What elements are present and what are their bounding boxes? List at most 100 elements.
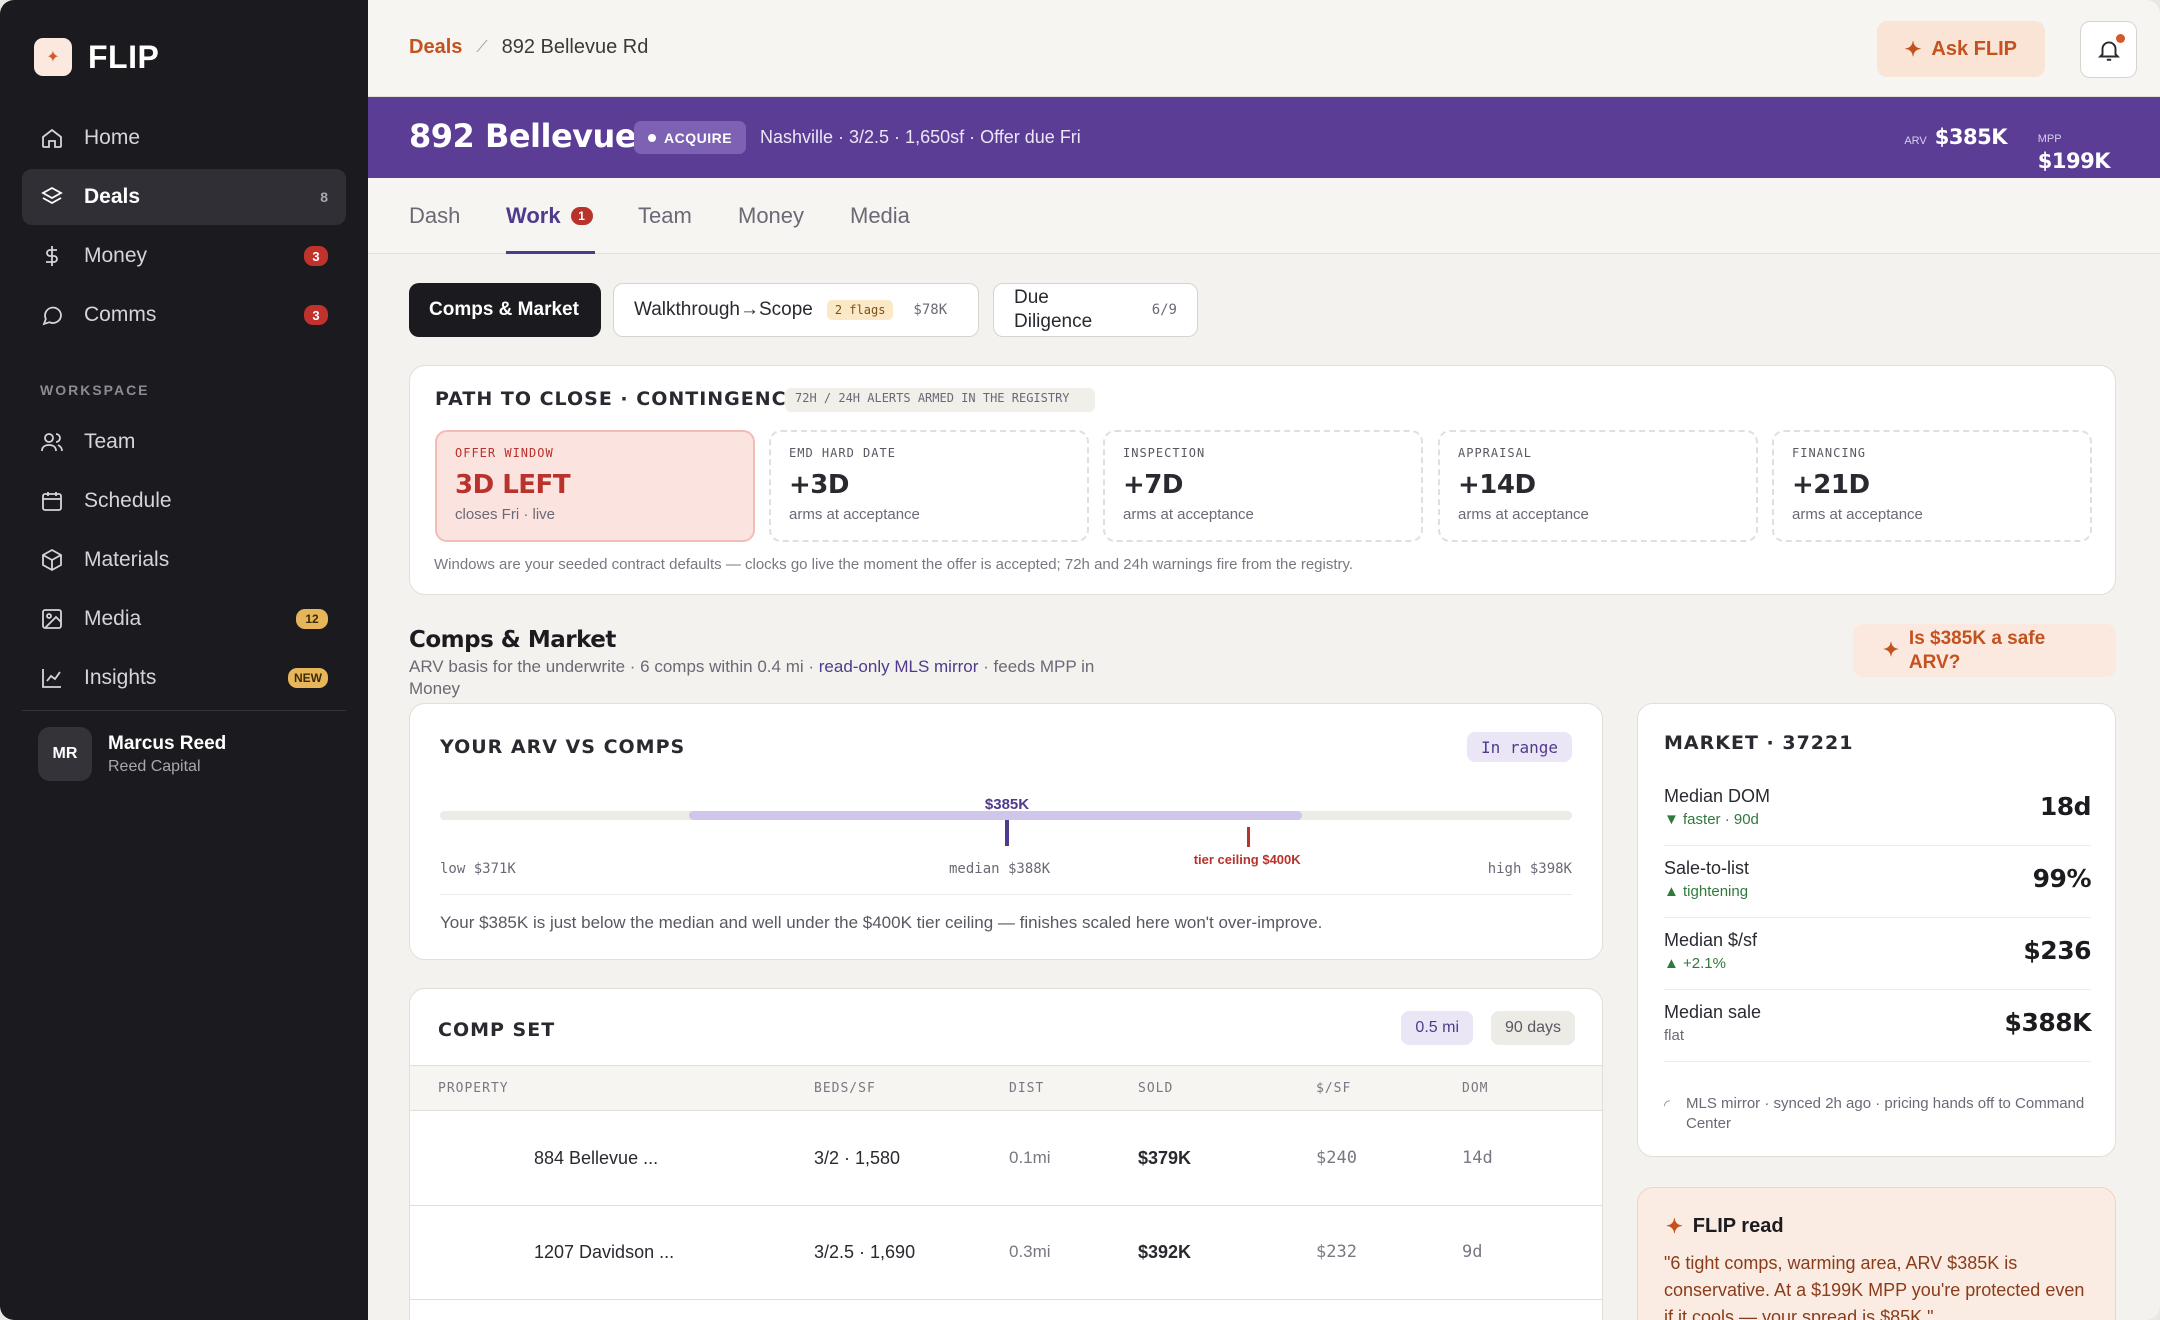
- range-median-label: median $388K: [949, 861, 1051, 877]
- comp-beds-sf: 3/2 · 1,580: [814, 1148, 901, 1168]
- sidebar-item-schedule[interactable]: Schedule: [22, 473, 346, 529]
- subtab-label: Walkthrough→Scope: [634, 299, 813, 320]
- sidebar-item-label: Media: [84, 607, 142, 630]
- clock-label: EMD HARD DATE: [789, 446, 896, 460]
- user-name: Marcus Reed: [108, 732, 227, 754]
- clock-sub: arms at acceptance: [1123, 506, 1254, 523]
- comms-badge: 3: [304, 305, 328, 325]
- tab-team[interactable]: Team: [638, 178, 692, 254]
- tab-label: Media: [850, 203, 910, 228]
- subtab-walkthrough-scope[interactable]: Walkthrough→Scope 2 flags $78K: [613, 283, 979, 337]
- comp-dist: 0.3mi: [1009, 1242, 1051, 1261]
- sidebar-item-materials[interactable]: Materials: [22, 532, 346, 588]
- column-header-dist[interactable]: DIST: [1009, 1081, 1044, 1096]
- sidebar-item-team[interactable]: Team: [22, 414, 346, 470]
- subtitle-text: ARV basis for the underwrite · 6 comps w…: [409, 657, 819, 676]
- comp-property: 1207 Davidson ...: [534, 1242, 675, 1262]
- sidebar-item-money[interactable]: Money 3: [22, 228, 346, 284]
- sidebar-item-deals[interactable]: Deals 8: [22, 169, 346, 225]
- market-metric-trend: ▲ +2.1%: [1664, 955, 1726, 972]
- layers-icon: [40, 185, 64, 209]
- notifications-button[interactable]: [2080, 21, 2137, 78]
- market-metric-trend: flat: [1664, 1027, 1685, 1044]
- table-row[interactable]: 1207 Davidson ... 3/2.5 · 1,690 0.3mi $3…: [410, 1206, 1602, 1300]
- clock-emd-hard-date[interactable]: EMD HARD DATE +3D arms at acceptance: [769, 430, 1089, 542]
- sidebar-item-label: Schedule: [84, 489, 172, 512]
- comp-sold: $392K: [1138, 1242, 1192, 1262]
- comp-set-title: COMP SET: [438, 1019, 556, 1041]
- active-tab-indicator: [506, 251, 595, 254]
- sparkle-icon: ✦: [1904, 38, 1922, 61]
- comp-beds-sf: 3/2.5 · 1,690: [814, 1242, 916, 1262]
- subtab-comps-market[interactable]: Comps & Market: [409, 283, 601, 337]
- sidebar-item-label: Home: [84, 126, 141, 149]
- tab-dash[interactable]: Dash: [409, 178, 460, 254]
- deal-subtitle: Nashville · 3/2.5 · 1,650sf · Offer due …: [760, 127, 1081, 147]
- column-header-psf[interactable]: $/SF: [1316, 1081, 1351, 1096]
- mpp-value: $199K: [2037, 149, 2111, 173]
- home-icon: [40, 126, 64, 150]
- mpp-label: MPP: [2037, 133, 2062, 145]
- subtab-due-diligence[interactable]: Due Diligence 6/9: [993, 283, 1198, 337]
- scope-amount: $78K: [913, 302, 948, 318]
- clock-appraisal[interactable]: APPRAISAL +14D arms at acceptance: [1438, 430, 1758, 542]
- column-header-sold[interactable]: SOLD: [1138, 1081, 1173, 1096]
- deal-header: 892 Bellevue Rd ACQUIRE Nashville · 3/2.…: [368, 97, 2160, 178]
- ask-safe-arv-button[interactable]: ✦ Is $385K a safe ARV?: [1853, 624, 2116, 677]
- brand[interactable]: ✦ FLIP: [34, 38, 159, 76]
- market-row-sale-to-list: Sale-to-list ▲ tightening 99%: [1664, 846, 2092, 918]
- market-metric-value: 99%: [2032, 864, 2092, 893]
- comps-market-title: Comps & Market: [409, 627, 616, 653]
- market-footer: ◜ MLS mirror · synced 2h ago · pricing h…: [1664, 1094, 2091, 1134]
- table-row[interactable]: 884 Bellevue ... 3/2 · 1,580 0.1mi $379K…: [410, 1112, 1602, 1206]
- contingency-clocks-card: PATH TO CLOSE · CONTINGENCY CLOCKS 72H /…: [409, 365, 2116, 595]
- sidebar: ✦ FLIP Home Deals 8 Money 3 Comms 3 WORK…: [0, 0, 368, 1320]
- column-header-property[interactable]: PROPERTY: [438, 1081, 509, 1096]
- breadcrumb-current: 892 Bellevue Rd: [501, 36, 649, 58]
- sidebar-item-label: Materials: [84, 548, 170, 571]
- user-org: Reed Capital: [108, 757, 201, 775]
- ask-flip-label: Ask FLIP: [1931, 37, 2017, 60]
- column-header-beds-sf[interactable]: BEDS/SF: [814, 1081, 876, 1096]
- clock-value: +21D: [1792, 470, 1870, 500]
- breadcrumb-deals-link[interactable]: Deals: [409, 36, 462, 59]
- market-metric-name: Median DOM: [1664, 786, 1771, 806]
- radius-filter-chip[interactable]: 0.5 mi: [1401, 1011, 1473, 1045]
- arv-marker: [1005, 820, 1009, 846]
- app-window: ✦ FLIP Home Deals 8 Money 3 Comms 3 WORK…: [0, 0, 2160, 1320]
- tab-work[interactable]: Work 1: [506, 178, 593, 254]
- ask-flip-button[interactable]: ✦ Ask FLIP: [1876, 21, 2045, 77]
- arv-vs-comps-card: YOUR ARV VS COMPS In range $385K tier ce…: [409, 703, 1603, 960]
- notification-dot: [2116, 34, 2125, 43]
- main-nav: Home Deals 8 Money 3 Comms 3: [22, 110, 346, 346]
- sidebar-item-media[interactable]: Media 12: [22, 591, 346, 647]
- chart-line-icon: [40, 666, 64, 690]
- clock-value: 3D LEFT: [455, 470, 571, 500]
- range-high-label: high $398K: [1487, 861, 1572, 877]
- tab-media[interactable]: Media: [850, 178, 910, 254]
- market-metric-value: $388K: [2004, 1008, 2092, 1037]
- comp-table-header: PROPERTY BEDS/SF DIST SOLD $/SF DOM: [410, 1065, 1602, 1111]
- clock-financing[interactable]: FINANCING +21D arms at acceptance: [1772, 430, 2092, 542]
- clock-offer-window[interactable]: OFFER WINDOW 3D LEFT closes Fri · live: [435, 430, 755, 542]
- comp-property: 884 Bellevue ...: [534, 1148, 659, 1168]
- clock-inspection[interactable]: INSPECTION +7D arms at acceptance: [1103, 430, 1423, 542]
- mls-mirror-link[interactable]: read-only MLS mirror: [819, 657, 979, 676]
- window-filter-chip[interactable]: 90 days: [1490, 1011, 1575, 1045]
- market-metric-name: Sale-to-list: [1664, 858, 1750, 878]
- work-badge: 1: [570, 207, 593, 225]
- safe-arv-label: Is $385K a safe ARV?: [1908, 627, 2046, 673]
- flags-badge: 2 flags: [826, 300, 894, 320]
- money-badge: 3: [304, 246, 328, 266]
- chat-icon: [40, 303, 64, 327]
- sidebar-item-insights[interactable]: Insights NEW: [22, 650, 346, 706]
- market-footer-text: MLS mirror · synced 2h ago · pricing han…: [1686, 1095, 2085, 1132]
- sidebar-item-label: Insights: [84, 666, 157, 689]
- sidebar-item-home[interactable]: Home: [22, 110, 346, 166]
- tab-money[interactable]: Money: [738, 178, 804, 254]
- arv-value: $385K: [1934, 125, 2008, 149]
- column-header-dom[interactable]: DOM: [1462, 1081, 1488, 1096]
- market-metric-name: Median $/sf: [1664, 930, 1758, 950]
- user-profile[interactable]: MR Marcus Reed Reed Capital: [22, 710, 346, 781]
- sidebar-item-comms[interactable]: Comms 3: [22, 287, 346, 343]
